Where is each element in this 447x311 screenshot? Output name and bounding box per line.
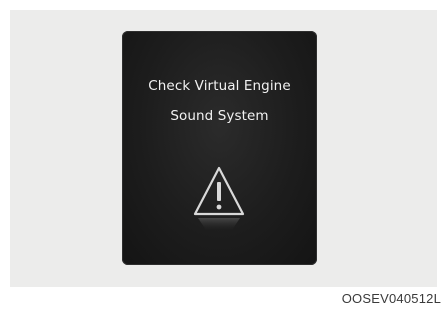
- warning-message-line-1: Check Virtual Engine: [148, 78, 291, 94]
- warning-triangle-icon: [193, 166, 245, 230]
- warning-message-line-2: Sound System: [170, 108, 269, 124]
- figure-code: OOSEV040512L: [341, 291, 441, 306]
- cluster-display: Check Virtual Engine Sound System: [122, 31, 317, 265]
